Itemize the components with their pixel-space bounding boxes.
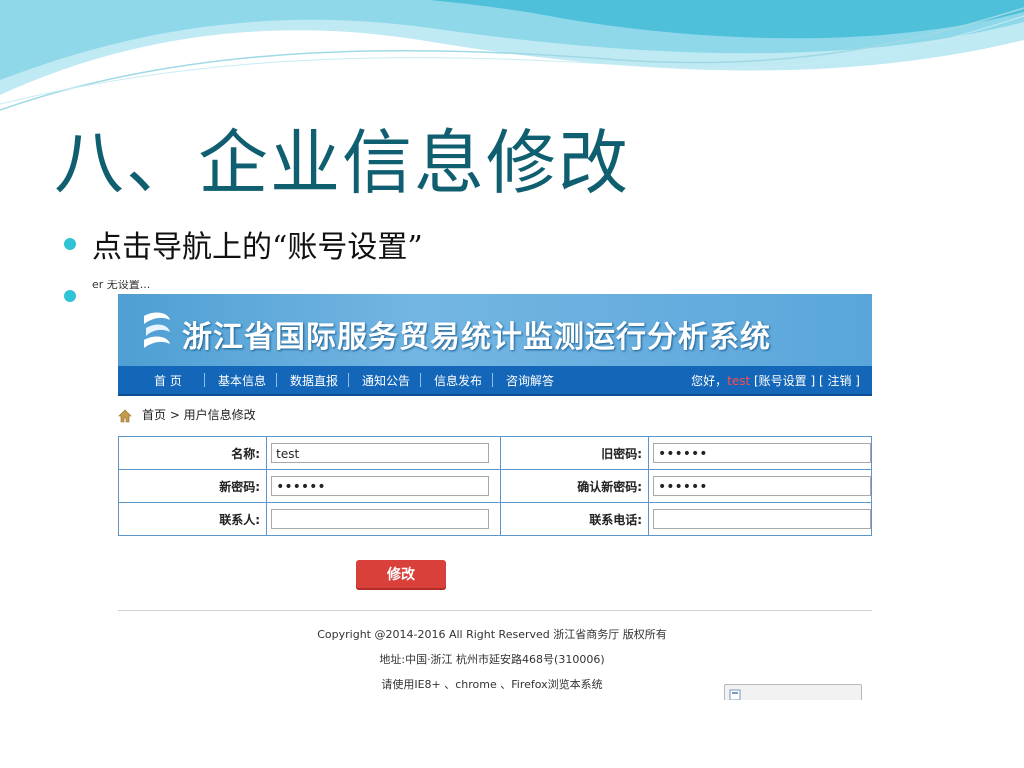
footer-divider	[118, 610, 872, 611]
cropped-text: er 无设置...	[92, 280, 151, 291]
slide-title: 八、企业信息修改	[54, 122, 630, 204]
nav-divider	[348, 373, 349, 387]
phone-input[interactable]	[653, 509, 871, 529]
nav-data-report[interactable]: 数据直报	[290, 372, 338, 389]
nav-home[interactable]: 首 页	[154, 372, 182, 389]
account-links[interactable]: [账号设置 ] [ 注销 ]	[754, 374, 860, 388]
system-title: 浙江省国际服务贸易统计监测运行分析系统	[182, 320, 771, 355]
embedded-screenshot: er 无设置... 浙江省国际服务贸易统计监测运行分析系统 首 页 基本信息 数…	[92, 280, 892, 700]
modify-button[interactable]: 修改	[356, 560, 446, 590]
nav-greeting: 您好，	[691, 374, 728, 388]
breadcrumb: 首页 > 用户信息修改	[118, 406, 256, 423]
contact-input[interactable]	[271, 509, 490, 529]
popup-icon	[729, 689, 741, 700]
old-password-label: 旧密码:	[499, 436, 650, 470]
nav-info-publish[interactable]: 信息发布	[434, 372, 482, 389]
nav-user-area: 您好，test [账号设置 ] [ 注销 ]	[691, 372, 860, 389]
nav-divider	[204, 373, 205, 387]
nav-divider	[276, 373, 277, 387]
nav-basic-info[interactable]: 基本信息	[218, 372, 266, 389]
confirm-password-input[interactable]: ••••••	[653, 476, 871, 496]
nav-notices[interactable]: 通知公告	[362, 372, 410, 389]
name-label: 名称:	[117, 436, 268, 470]
breadcrumb-text: 首页 > 用户信息修改	[142, 408, 256, 422]
home-icon	[118, 409, 132, 422]
browser-popup[interactable]	[724, 684, 862, 700]
new-password-label: 新密码:	[117, 469, 268, 503]
nav-consult[interactable]: 咨询解答	[506, 372, 554, 389]
nav-divider	[420, 373, 421, 387]
bullet-text: 点击导航上的“账号设置”	[92, 230, 423, 265]
old-password-input[interactable]: ••••••	[653, 443, 871, 463]
new-password-input[interactable]: ••••••	[271, 476, 490, 496]
footer-address: 地址:中国·浙江 杭州市延安路468号(310006)	[379, 653, 605, 666]
name-input[interactable]: test	[271, 443, 490, 463]
user-info-form: 名称: test 旧密码: •••••• 新密码: •••••• 确认新密码: …	[117, 436, 872, 536]
system-banner: 浙江省国际服务贸易统计监测运行分析系统	[118, 294, 872, 366]
bullet-dot	[64, 290, 76, 302]
bullet-dot	[64, 238, 76, 250]
system-logo-icon	[144, 312, 170, 348]
confirm-password-label: 确认新密码:	[499, 469, 650, 503]
top-nav: 首 页 基本信息 数据直报 通知公告 信息发布 咨询解答 您好，test [账号…	[118, 366, 872, 396]
nav-divider	[492, 373, 493, 387]
nav-username: test	[727, 374, 751, 388]
contact-label: 联系人:	[117, 502, 268, 536]
header-wave-decoration	[0, 0, 1024, 111]
phone-label: 联系电话:	[499, 502, 650, 536]
footer-copyright: Copyright @2014-2016 All Right Reserved …	[317, 628, 667, 641]
